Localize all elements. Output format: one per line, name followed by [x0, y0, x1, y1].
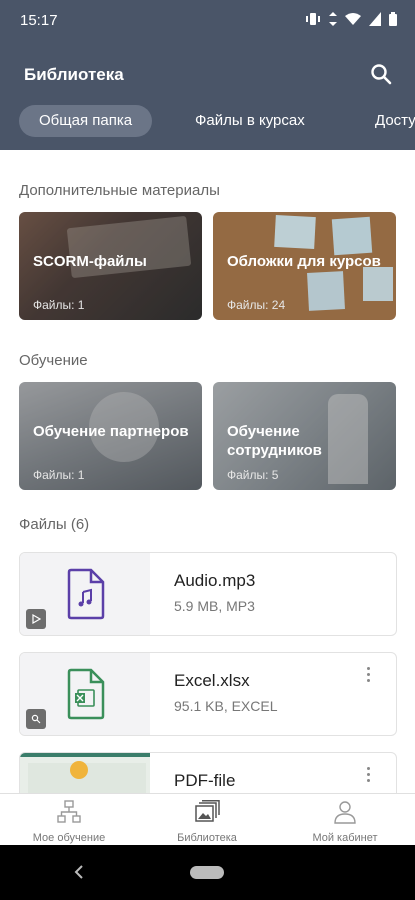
learning-icon	[57, 800, 81, 823]
folder-name: Обложки для курсов	[227, 253, 381, 270]
file-meta: 5.9 MB, MP3	[174, 598, 255, 614]
tab-bar: Общая папка Файлы в курсах Досту	[0, 105, 415, 139]
nav-label: Библиотека	[177, 832, 237, 844]
file-thumbnail	[20, 553, 150, 635]
profile-icon	[334, 801, 356, 824]
bottom-navigation: Мое обучение Библиотека Мой кабинет	[0, 793, 415, 846]
folder-card-covers[interactable]: Обложки для курсов Файлы: 24	[213, 212, 396, 320]
status-time: 15:17	[20, 12, 58, 29]
app-header: 15:17 Библиотека Общая папка Файлы в кур…	[0, 0, 415, 150]
back-icon[interactable]	[73, 865, 85, 879]
search-button[interactable]	[367, 60, 395, 88]
play-icon	[32, 614, 41, 624]
battery-icon	[389, 12, 397, 29]
folder-count: Файлы: 5	[227, 468, 279, 482]
nav-my-learning[interactable]: Мое обучение	[0, 800, 138, 844]
more-options-button[interactable]	[360, 767, 376, 791]
folder-card-partners[interactable]: Обучение партнеров Файлы: 1	[19, 382, 202, 490]
folder-count: Файлы: 1	[33, 298, 85, 312]
folder-name: SCORM-файлы	[33, 253, 147, 270]
vibrate-icon	[305, 12, 321, 29]
signal-icon	[369, 12, 381, 29]
library-content[interactable]: Дополнительные материалы SCORM-файлы Фай…	[0, 150, 415, 793]
tab-course-files[interactable]: Файлы в курсах	[195, 105, 305, 137]
file-meta: 95.1 KB, EXCEL	[174, 698, 278, 714]
wifi-icon	[345, 12, 361, 29]
folder-count: Файлы: 1	[33, 468, 85, 482]
more-options-button[interactable]	[360, 667, 376, 691]
section-title-training: Обучение	[19, 352, 88, 369]
file-item-pdf[interactable]: PDF-file	[19, 752, 397, 793]
file-name: Excel.xlsx	[174, 671, 250, 690]
nav-label: Мой кабинет	[312, 832, 378, 844]
nav-label: Мое обучение	[32, 832, 106, 844]
tab-access[interactable]: Досту	[375, 105, 415, 137]
play-badge	[26, 609, 46, 629]
tab-shared-folder[interactable]: Общая папка	[19, 105, 153, 137]
folder-name: Обучение сотрудников	[227, 423, 322, 459]
audio-file-icon	[67, 568, 105, 620]
file-name: PDF-file	[174, 771, 236, 790]
pdf-thumbnail	[20, 753, 150, 793]
section-title-files: Файлы (6)	[19, 516, 90, 533]
nav-my-account[interactable]: Мой кабинет	[276, 800, 414, 844]
file-item-audio[interactable]: Audio.mp3 5.9 MB, MP3	[19, 552, 397, 636]
status-icons	[305, 12, 397, 29]
file-item-excel[interactable]: Excel.xlsx 95.1 KB, EXCEL	[19, 652, 397, 736]
excel-file-icon	[67, 668, 105, 720]
folder-card-scorm[interactable]: SCORM-файлы Файлы: 1	[19, 212, 202, 320]
home-pill[interactable]	[190, 866, 224, 879]
data-arrows-icon	[329, 12, 337, 29]
section-title-extra: Дополнительные материалы	[19, 182, 220, 199]
folder-name: Обучение партнеров	[33, 423, 189, 440]
page-title: Библиотека	[24, 65, 124, 84]
file-thumbnail	[20, 653, 150, 735]
search-icon	[371, 64, 392, 85]
magnifier-icon	[31, 714, 41, 724]
library-icon	[195, 800, 220, 822]
system-navigation-bar	[0, 845, 415, 900]
preview-badge	[26, 709, 46, 729]
folder-card-employees[interactable]: Обучение сотрудников Файлы: 5	[213, 382, 396, 490]
folder-count: Файлы: 24	[227, 298, 286, 312]
nav-library[interactable]: Библиотека	[138, 800, 276, 844]
file-name: Audio.mp3	[174, 571, 256, 590]
